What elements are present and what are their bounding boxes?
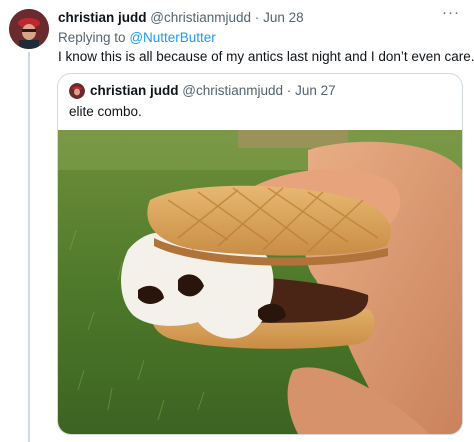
replying-to-prefix: Replying to [58, 30, 126, 45]
quoted-tweet-card[interactable]: christian judd @christianmjudd · Jun 27 … [57, 73, 463, 435]
tweet-date[interactable]: Jun 28 [263, 10, 304, 25]
author-name[interactable]: christian judd [58, 10, 147, 25]
replying-to-handle[interactable]: @NutterButter [129, 30, 215, 45]
more-options-icon[interactable]: ··· [442, 4, 460, 21]
quoted-tweet-text: elite combo. [69, 104, 142, 119]
quoted-tweet-date: Jun 27 [295, 83, 336, 98]
replying-to-line: Replying to @NutterButter [58, 30, 216, 46]
author-avatar[interactable] [9, 9, 49, 49]
header-separator: · [254, 10, 260, 25]
thread-connector-line [28, 52, 30, 442]
tweet-text: I know this is all because of my antics … [58, 49, 474, 64]
quoted-author-name: christian judd [90, 83, 179, 98]
tweet-header: christian judd @christianmjudd · Jun 28 [58, 10, 304, 26]
author-handle[interactable]: @christianmjudd [150, 10, 251, 25]
quoted-author-avatar [69, 83, 85, 99]
quoted-tweet-photo[interactable] [58, 130, 462, 434]
quoted-header-separator: · [286, 83, 292, 98]
quoted-author-handle: @christianmjudd [182, 83, 284, 98]
quoted-tweet-header: christian judd @christianmjudd · Jun 27 [90, 83, 336, 99]
